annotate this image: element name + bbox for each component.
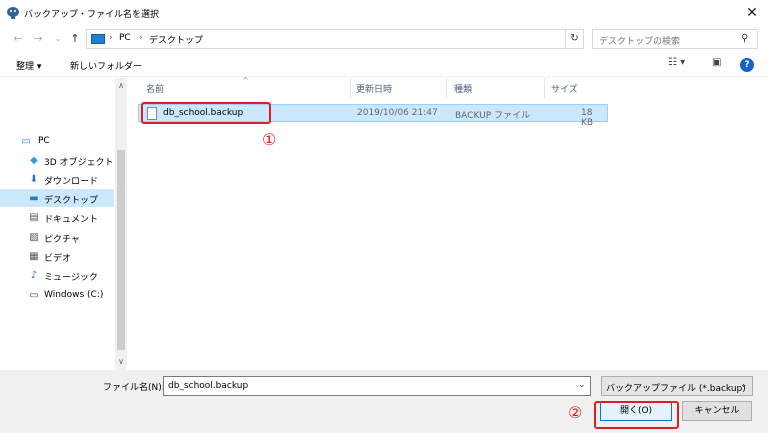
video-icon: ▦ — [29, 251, 39, 262]
download-icon: ⬇ — [29, 174, 39, 185]
address-bar[interactable]: › PC › デスクトップ ⌄ — [86, 29, 643, 49]
column-header-modified[interactable]: 更新日時 — [356, 82, 392, 95]
cancel-button[interactable]: キャンセル — [682, 401, 752, 421]
sidebar-item-documents[interactable]: ▤ ドキュメント — [0, 208, 114, 226]
sidebar-item-desktop[interactable]: ▬ デスクトップ — [0, 189, 114, 207]
preview-pane-icon[interactable]: ▣ — [712, 57, 721, 68]
address-row: ← → ⌄ ↑ › PC › デスクトップ ⌄ ↻ デスクトップの検索 ⚲ — [0, 27, 768, 51]
filetype-select[interactable]: バックアップファイル (*.backup) ⌄ — [601, 376, 753, 396]
document-icon: ▤ — [29, 212, 39, 223]
window-title: バックアップ・ファイル名を選択 — [24, 10, 160, 20]
scroll-up-icon[interactable]: ∧ — [115, 80, 127, 92]
file-size: 18 KB — [581, 108, 594, 128]
sidebar-item-downloads[interactable]: ⬇ ダウンロード — [0, 170, 114, 188]
pictures-icon: ▨ — [29, 232, 39, 243]
sort-ascending-icon: ^ — [242, 76, 249, 85]
close-button[interactable]: ✕ — [738, 2, 766, 24]
sidebar-item-label: ダウンロード — [44, 177, 99, 187]
sidebar-item-label: PC — [38, 136, 50, 146]
scroll-down-icon[interactable]: ∨ — [115, 356, 127, 368]
sidebar-item-videos[interactable]: ▦ ビデオ — [0, 247, 114, 265]
annotation-step-1: ① — [262, 130, 277, 149]
breadcrumb-desktop[interactable]: デスクトップ — [149, 33, 203, 46]
pc-icon: ▭ — [21, 136, 31, 147]
filetype-value: バックアップファイル (*.backup) — [606, 384, 746, 394]
file-modified: 2019/10/06 21:47 — [357, 108, 438, 118]
sidebar-item-label: ピクチャ — [44, 235, 80, 245]
annotation-highlight-file — [141, 102, 271, 124]
filename-value: db_school.backup — [168, 381, 249, 391]
sidebar-item-windows-c[interactable]: ▭ Windows (C:) — [0, 286, 114, 304]
3d-objects-icon: ◆ — [30, 155, 38, 166]
view-options-icon[interactable]: ☷ ▾ — [668, 57, 685, 68]
sidebar-item-label: デスクトップ — [44, 196, 99, 206]
sidebar-item-3d-objects[interactable]: ◆ 3D オブジェクト — [0, 151, 114, 169]
help-icon[interactable]: ? — [740, 58, 754, 72]
forward-arrow-icon[interactable]: → — [30, 31, 46, 47]
column-header-name[interactable]: 名前 — [146, 82, 164, 95]
sidebar-item-label: 3D オブジェクト — [44, 158, 114, 168]
filename-label: ファイル名(N): — [103, 383, 165, 393]
chevron-down-icon: ⌄ — [740, 380, 748, 390]
column-header-size[interactable]: サイズ — [551, 82, 578, 95]
sidebar-item-pictures[interactable]: ▨ ピクチャ — [0, 228, 114, 246]
recent-chevron-icon[interactable]: ⌄ — [50, 31, 66, 47]
sidebar-item-pc[interactable]: ▭ PC — [0, 132, 114, 150]
annotation-step-2: ② — [568, 403, 583, 422]
pc-icon — [91, 34, 105, 44]
title-bar: バックアップ・ファイル名を選択 ✕ — [0, 0, 768, 26]
search-placeholder: デスクトップの検索 — [599, 37, 681, 47]
breadcrumb-pc[interactable]: PC — [119, 33, 131, 43]
sidebar-item-label: ビデオ — [44, 254, 72, 264]
chevron-down-icon[interactable]: ⌄ — [578, 380, 586, 390]
sidebar-item-label: ミュージック — [44, 273, 98, 283]
new-folder-button[interactable]: 新しいフォルダー — [70, 59, 142, 72]
breadcrumb-separator: › — [139, 33, 143, 43]
sidebar-item-label: Windows (C:) — [44, 290, 104, 300]
search-icon: ⚲ — [741, 33, 749, 44]
column-divider[interactable] — [446, 78, 447, 98]
music-icon: ♪ — [30, 270, 38, 281]
file-type: BACKUP ファイル — [455, 111, 530, 121]
app-icon — [7, 7, 19, 19]
back-arrow-icon[interactable]: ← — [10, 31, 26, 47]
command-toolbar: 整理 ▾ 新しいフォルダー ☷ ▾ ▣ ? — [0, 53, 768, 77]
sidebar-item-music[interactable]: ♪ ミュージック — [0, 266, 114, 284]
drive-icon: ▭ — [29, 290, 39, 301]
organize-button[interactable]: 整理 ▾ — [16, 59, 41, 72]
column-divider[interactable] — [350, 78, 351, 98]
desktop-icon: ▬ — [29, 193, 39, 204]
up-arrow-icon[interactable]: ↑ — [67, 31, 83, 47]
column-divider[interactable] — [544, 78, 545, 98]
scrollbar-thumb[interactable] — [117, 150, 125, 350]
search-input[interactable]: デスクトップの検索 ⚲ — [592, 29, 758, 49]
breadcrumb-separator: › — [109, 33, 113, 43]
navigation-scrollbar[interactable]: ∧ ∨ — [115, 78, 127, 370]
sidebar-item-label: ドキュメント — [44, 215, 99, 225]
refresh-icon[interactable]: ↻ — [566, 29, 584, 49]
filename-input[interactable]: db_school.backup ⌄ — [163, 376, 591, 396]
column-header-type[interactable]: 種類 — [454, 82, 472, 95]
annotation-highlight-open — [594, 401, 679, 429]
navigation-pane: ▭ PC ◆ 3D オブジェクト ⬇ ダウンロード ▬ デスクトップ ▤ ドキュ… — [0, 78, 115, 370]
